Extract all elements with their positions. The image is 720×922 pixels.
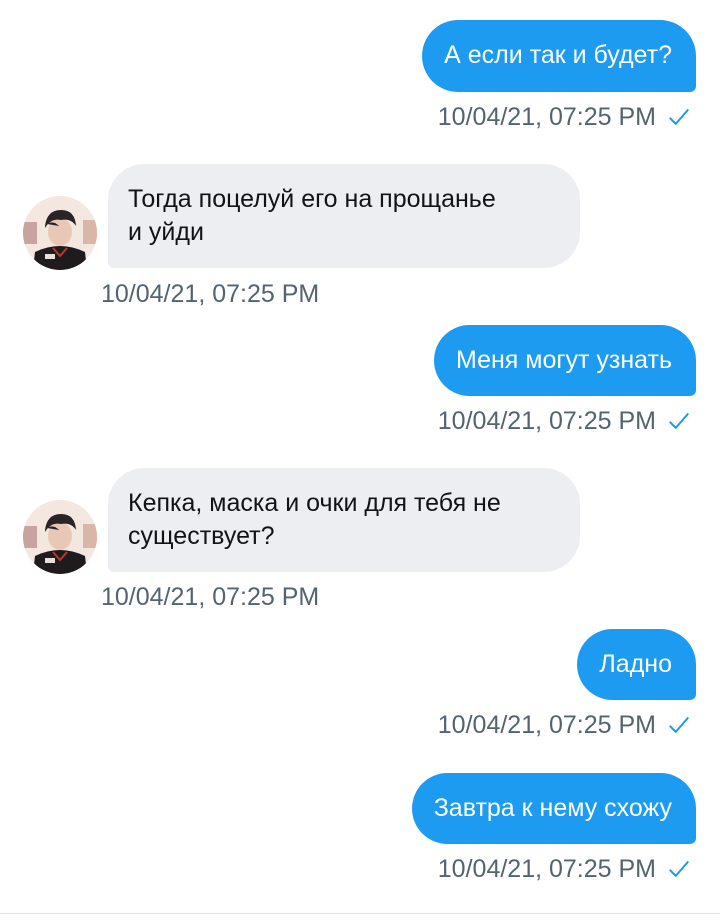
message-timestamp: 10/04/21, 07:25 PM [101, 280, 320, 308]
avatar-photo [23, 500, 97, 574]
message-bubble[interactable]: Кепка, маска и очки для тебя не существу… [108, 468, 580, 572]
message-timestamp: 10/04/21, 07:25 PM [437, 407, 656, 435]
message-meta: 10/04/21, 07:25 PM [438, 710, 690, 740]
divider [0, 913, 720, 914]
user-avatar[interactable] [23, 500, 97, 574]
conversation-thread: А если так и будет? 10/04/21, 07:25 PM Т… [0, 0, 720, 922]
message-timestamp: 10/04/21, 07:25 PM [101, 583, 320, 611]
message-timestamp: 10/04/21, 07:25 PM [437, 711, 656, 739]
sent-check-icon [669, 413, 689, 429]
sent-check-icon [669, 717, 689, 733]
message-bubble[interactable]: А если так и будет? [422, 20, 696, 92]
sent-check-icon [669, 109, 689, 125]
message-bubble[interactable]: Тогда поцелуй его на прощанье и уйди [108, 164, 580, 268]
message-bubble[interactable]: Завтра к нему схожу [411, 773, 696, 844]
sent-check-icon [669, 861, 689, 877]
message-timestamp: 10/04/21, 07:25 PM [437, 855, 656, 883]
message-timestamp: 10/04/21, 07:25 PM [437, 103, 656, 131]
message-meta: 10/04/21, 07:25 PM [438, 854, 690, 884]
avatar-photo [23, 196, 97, 270]
message-bubble[interactable]: Ладно [577, 629, 696, 700]
message-meta: 10/04/21, 07:25 PM [438, 406, 690, 436]
message-bubble[interactable]: Меня могут узнать [433, 325, 696, 396]
message-meta: 10/04/21, 07:25 PM [438, 102, 690, 132]
user-avatar[interactable] [23, 196, 97, 270]
